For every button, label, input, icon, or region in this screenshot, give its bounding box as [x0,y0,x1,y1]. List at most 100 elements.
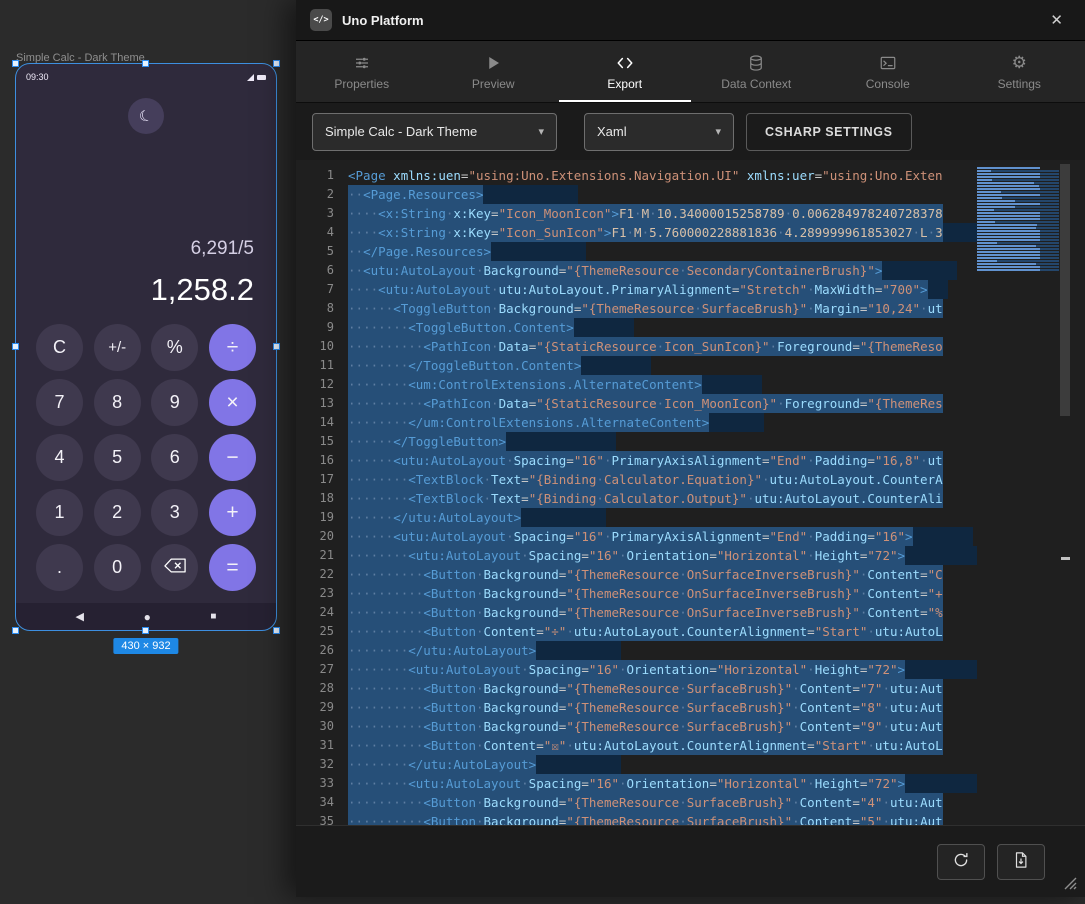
selection-handle[interactable] [273,627,280,634]
code-line[interactable]: 31··········<Button·Content="☒"·utu:Auto… [296,736,977,755]
calc-button-×[interactable]: × [209,379,256,426]
code-line[interactable]: 2··<Page.Resources> [296,185,977,204]
calc-button-%[interactable]: % [151,324,198,371]
minimap-line [977,233,1059,235]
code-line[interactable]: 10··········<PathIcon·Data="{StaticResou… [296,337,977,356]
code-line[interactable]: 26········</utu:AutoLayout> [296,641,977,660]
code-line[interactable]: 30··········<Button·Background="{ThemeRe… [296,717,977,736]
code-line[interactable]: 9········<ToggleButton.Content> [296,318,977,337]
code-line[interactable]: 28··········<Button·Background="{ThemeRe… [296,679,977,698]
selection-handle[interactable] [273,60,280,67]
calc-button-÷[interactable]: ÷ [209,324,256,371]
code-line[interactable]: 32········</utu:AutoLayout> [296,755,977,774]
line-text: ········</utu:AutoLayout> [348,755,536,774]
code-line[interactable]: 17········<TextBlock·Text="{Binding·Calc… [296,470,977,489]
selection-tail [536,755,621,774]
tab-console[interactable]: Console [822,41,954,102]
line-number: 9 [296,318,348,337]
calc-button-1[interactable]: 1 [36,489,83,536]
back-button[interactable]: ◀ [76,610,84,623]
code-line[interactable]: 20······<utu:AutoLayout·Spacing="16"·Pri… [296,527,977,546]
chevron-down-icon: ▾ [528,125,544,138]
code-line[interactable]: 24··········<Button·Background="{ThemeRe… [296,603,977,622]
calc-button-.[interactable]: . [36,544,83,591]
minimap-line [977,209,1059,211]
line-number: 31 [296,736,348,755]
calc-button-=[interactable]: = [209,544,256,591]
calc-button-7[interactable]: 7 [36,379,83,426]
code-line[interactable]: 19······</utu:AutoLayout> [296,508,977,527]
minimap-line [977,224,1059,226]
calc-button-⌫[interactable] [151,544,198,591]
calc-button-2[interactable]: 2 [94,489,141,536]
calc-button-4[interactable]: 4 [36,434,83,481]
minimap-line [977,203,1059,205]
export-file-button[interactable] [997,844,1045,880]
home-button[interactable]: ● [144,610,151,624]
line-text: ····<utu:AutoLayout·utu:AutoLayout.Prima… [348,280,928,299]
code-line[interactable]: 29··········<Button·Background="{ThemeRe… [296,698,977,717]
selection-handle[interactable] [12,343,19,350]
page-dropdown[interactable]: Simple Calc - Dark Theme ▾ [312,113,557,151]
tab-label: Preview [472,77,515,91]
calc-button-−[interactable]: − [209,434,256,481]
code-line[interactable]: 7····<utu:AutoLayout·utu:AutoLayout.Prim… [296,280,977,299]
code-line[interactable]: 3····<x:String·x:Key="Icon_MoonIcon">F1·… [296,204,977,223]
tab-preview[interactable]: Preview [428,41,560,102]
theme-toggle-button[interactable]: ☾ [128,98,164,134]
format-dropdown[interactable]: Xaml ▾ [584,113,734,151]
code-line[interactable]: 8······<ToggleButton·Background="{ThemeR… [296,299,977,318]
code-line[interactable]: 12········<um:ControlExtensions.Alternat… [296,375,977,394]
line-text: ········<ToggleButton.Content> [348,318,574,337]
csharp-settings-button[interactable]: CSHARP SETTINGS [746,113,912,151]
code-line[interactable]: 22··········<Button·Background="{ThemeRe… [296,565,977,584]
code-line[interactable]: 25··········<Button·Content="÷"·utu:Auto… [296,622,977,641]
code-line[interactable]: 4····<x:String·x:Key="Icon_SunIcon">F1·M… [296,223,977,242]
code-line[interactable]: 5··</Page.Resources> [296,242,977,261]
calc-button-+/-[interactable]: +/- [94,324,141,371]
calc-button-0[interactable]: 0 [94,544,141,591]
calc-button-5[interactable]: 5 [94,434,141,481]
selection-handle[interactable] [142,627,149,634]
calc-button-C[interactable]: C [36,324,83,371]
selection-handle[interactable] [273,343,280,350]
calc-button-3[interactable]: 3 [151,489,198,536]
calc-button-8[interactable]: 8 [94,379,141,426]
code-line[interactable]: 16······<utu:AutoLayout·Spacing="16"·Pri… [296,451,977,470]
code-line[interactable]: 27········<utu:AutoLayout·Spacing="16"·O… [296,660,977,679]
resize-grip[interactable] [1063,876,1077,895]
code-line[interactable]: 23··········<Button·Background="{ThemeRe… [296,584,977,603]
editor-scrollbar[interactable] [1059,160,1071,825]
minimap[interactable] [977,160,1059,825]
tab-properties[interactable]: Properties [296,41,428,102]
close-button[interactable]: ✕ [1042,7,1071,33]
refresh-icon [952,851,970,872]
selection-handle[interactable] [12,60,19,67]
code-line[interactable]: 34··········<Button·Background="{ThemeRe… [296,793,977,812]
calc-button-+[interactable]: + [209,489,256,536]
recents-button[interactable]: ■ [210,611,216,622]
code-line[interactable]: 21········<utu:AutoLayout·Spacing="16"·O… [296,546,977,565]
refresh-button[interactable] [937,844,985,880]
line-number: 8 [296,299,348,318]
code-line[interactable]: 18········<TextBlock·Text="{Binding·Calc… [296,489,977,508]
code-line[interactable]: 13··········<PathIcon·Data="{StaticResou… [296,394,977,413]
code-line[interactable]: 1<Page xmlns:uen="using:Uno.Extensions.N… [296,166,977,185]
code-line[interactable]: 33········<utu:AutoLayout·Spacing="16"·O… [296,774,977,793]
code-line[interactable]: 14········</um:ControlExtensions.Alterna… [296,413,977,432]
tab-export[interactable]: Export [559,41,691,102]
code-line[interactable]: 6··<utu:AutoLayout·Background="{ThemeRes… [296,261,977,280]
code-line[interactable]: 15······</ToggleButton> [296,432,977,451]
code-line[interactable]: 35··········<Button·Background="{ThemeRe… [296,812,977,825]
phone-preview[interactable]: 09:30 ☾ 6,291/5 1,258.2 C+/-%÷789×456−12… [16,64,276,630]
code-line[interactable]: 11········</ToggleButton.Content> [296,356,977,375]
line-text: ········<TextBlock·Text="{Binding·Calcul… [348,489,943,508]
tab-label: Settings [998,77,1041,91]
selection-handle[interactable] [142,60,149,67]
tab-data-context[interactable]: Data Context [691,41,823,102]
calc-button-6[interactable]: 6 [151,434,198,481]
scrollbar-thumb[interactable] [1060,164,1070,416]
calc-button-9[interactable]: 9 [151,379,198,426]
selection-handle[interactable] [12,627,19,634]
tab-settings[interactable]: ⚙Settings [954,41,1085,102]
